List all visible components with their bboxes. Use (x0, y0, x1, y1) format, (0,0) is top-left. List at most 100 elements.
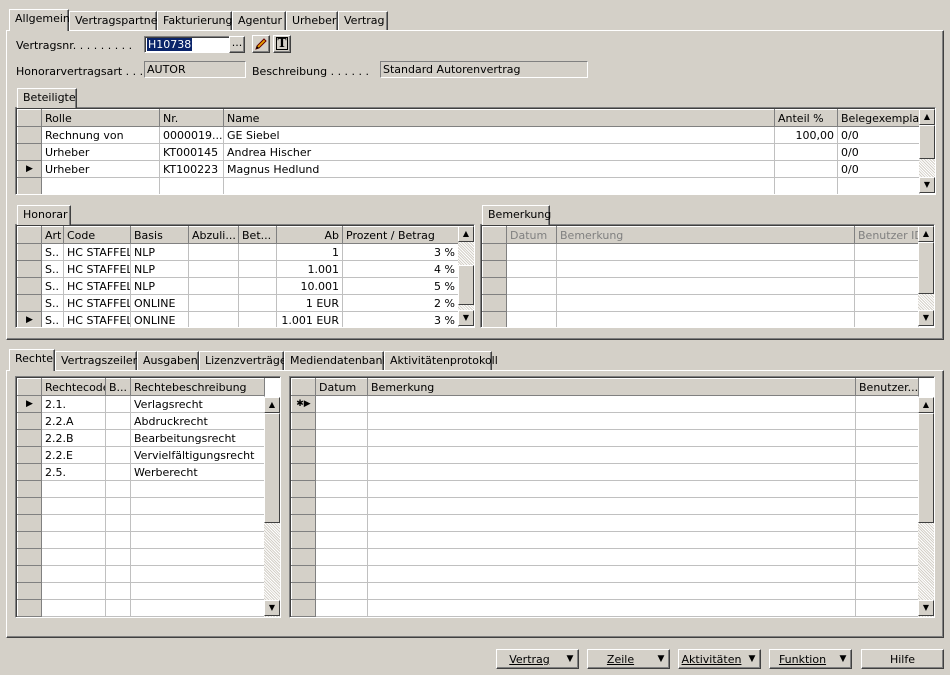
cell-basis[interactable]: NLP (130, 260, 189, 278)
row-selector[interactable] (291, 548, 316, 566)
row-selector[interactable] (17, 582, 42, 600)
col-abzuli[interactable]: Abzuli... (188, 226, 239, 244)
cell-benutzer[interactable] (855, 582, 919, 600)
table-row[interactable] (17, 177, 920, 194)
cell-datum[interactable] (315, 531, 368, 549)
cell-code[interactable]: 2.2.B (41, 429, 106, 447)
table-row[interactable]: Rechnung von 0000019... GE Siebel 100,00… (17, 126, 920, 144)
col-bemerkung[interactable]: Bemerkung (367, 378, 856, 396)
cell-rolle[interactable]: Urheber (41, 160, 160, 178)
beteiligte-grid[interactable]: Rolle Nr. Name Anteil % Belegexemplare R… (15, 107, 936, 195)
cell-bemerkung[interactable] (556, 260, 855, 278)
cell-basis[interactable]: ONLINE (130, 311, 189, 327)
col-b[interactable]: B... (105, 378, 131, 396)
table-row[interactable]: ▶ 2.1. Verlagsrecht (17, 395, 265, 413)
cell-benutzer[interactable] (855, 497, 919, 515)
cell-bemerkung[interactable] (367, 548, 856, 566)
cell-benutzer[interactable] (854, 311, 919, 327)
table-row[interactable] (291, 446, 919, 464)
cell-bet[interactable] (238, 277, 277, 295)
row-selector[interactable] (17, 531, 42, 549)
table-row[interactable]: ▶ S.. HC STAFFEL ONLINE 1.001 EUR 3 % (17, 311, 459, 327)
scroll-thumb[interactable] (918, 413, 934, 523)
aktivitaeten-menu-button[interactable]: Aktivitäten ▼ (678, 649, 761, 669)
cell-abzuli[interactable] (188, 243, 239, 261)
col-bemerkung[interactable]: Bemerkung (556, 226, 855, 244)
cell-desc[interactable] (130, 599, 265, 617)
zeile-menu-button[interactable]: Zeile ▼ (587, 649, 670, 669)
scroll-down-icon[interactable]: ▼ (458, 310, 474, 326)
cell-rolle[interactable]: Rechnung von (41, 126, 160, 144)
table-row[interactable] (482, 243, 919, 261)
cell-name[interactable] (223, 177, 775, 194)
row-selector[interactable] (17, 565, 42, 583)
cell-desc[interactable] (130, 582, 265, 600)
cell-b[interactable] (105, 531, 131, 549)
cell-rolle[interactable] (41, 177, 160, 194)
cell-bemerkung[interactable] (556, 243, 855, 261)
row-selector[interactable] (291, 582, 316, 600)
cell-code[interactable]: 2.5. (41, 463, 106, 481)
row-selector[interactable] (17, 260, 42, 278)
cell-b[interactable] (105, 412, 131, 430)
cell-benutzer[interactable] (855, 480, 919, 498)
tab-vertrag[interactable]: Vertrag (338, 11, 388, 31)
row-selector[interactable] (17, 480, 42, 498)
cell-art[interactable]: S.. (41, 294, 64, 312)
cell-bemerkung[interactable] (367, 463, 856, 481)
cell-anteil[interactable] (774, 143, 838, 161)
table-row[interactable] (291, 582, 919, 600)
cell-code[interactable]: HC STAFFEL (63, 294, 131, 312)
cell-datum[interactable] (315, 429, 368, 447)
cell-bemerkung[interactable] (367, 531, 856, 549)
tab-rechte[interactable]: Rechte (9, 349, 55, 371)
cell-desc[interactable] (130, 514, 265, 532)
cell-datum[interactable] (315, 497, 368, 515)
cell-b[interactable] (105, 463, 131, 481)
row-selector[interactable] (17, 143, 42, 161)
cell-ab[interactable]: 1.001 (276, 260, 343, 278)
col-belegexemplare[interactable]: Belegexemplare (837, 109, 920, 127)
scroll-thumb[interactable] (264, 413, 280, 523)
cell-bemerkung[interactable] (556, 311, 855, 327)
cell-ab[interactable]: 1 EUR (276, 294, 343, 312)
rechte-grid[interactable]: Rechtecode B... Rechtebeschreibung ▶ 2.1.… (15, 376, 281, 618)
table-row[interactable]: 2.2.A Abdruckrecht (17, 412, 265, 430)
cell-benutzer[interactable] (854, 260, 919, 278)
cell-ab[interactable]: 1.001 EUR (276, 311, 343, 327)
table-row[interactable] (291, 497, 919, 515)
row-selector[interactable] (291, 514, 316, 532)
cell-code[interactable] (41, 531, 106, 549)
rechte-bemerkung-grid[interactable]: Datum Bemerkung Benutzer... ✱▶ ▲ ▼ (289, 376, 935, 618)
cell-b[interactable] (105, 497, 131, 515)
cell-bet[interactable] (238, 294, 277, 312)
scroll-down-icon[interactable]: ▼ (918, 310, 934, 326)
cell-name[interactable]: Magnus Hedlund (223, 160, 775, 178)
cell-code[interactable]: HC STAFFEL (63, 277, 131, 295)
row-selector[interactable] (482, 294, 507, 312)
table-row[interactable] (291, 480, 919, 498)
cell-b[interactable] (105, 429, 131, 447)
table-row[interactable] (482, 277, 919, 295)
row-selector[interactable]: ▶ (17, 395, 42, 413)
cell-anteil[interactable] (774, 177, 838, 194)
hilfe-button[interactable]: Hilfe (861, 649, 944, 669)
cell-anteil[interactable]: 100,00 (774, 126, 838, 144)
row-selector[interactable] (482, 277, 507, 295)
cell-datum[interactable] (315, 446, 368, 464)
col-art[interactable]: Art (41, 226, 64, 244)
cell-bemerkung[interactable] (367, 565, 856, 583)
table-row[interactable] (482, 294, 919, 312)
row-selector[interactable] (17, 277, 42, 295)
col-name[interactable]: Name (223, 109, 775, 127)
cell-code[interactable] (41, 548, 106, 566)
tab-aktivitaetenprotokoll[interactable]: Aktivitätenprotokoll (384, 351, 498, 371)
row-selector[interactable] (17, 412, 42, 430)
cell-bemerkung[interactable] (367, 446, 856, 464)
cell-benutzer[interactable] (855, 548, 919, 566)
vertrag-menu-button[interactable]: Vertrag ▼ (496, 649, 579, 669)
cell-code[interactable]: 2.2.E (41, 446, 106, 464)
row-selector[interactable] (291, 531, 316, 549)
cell-benutzer[interactable] (855, 429, 919, 447)
cell-datum[interactable] (315, 480, 368, 498)
